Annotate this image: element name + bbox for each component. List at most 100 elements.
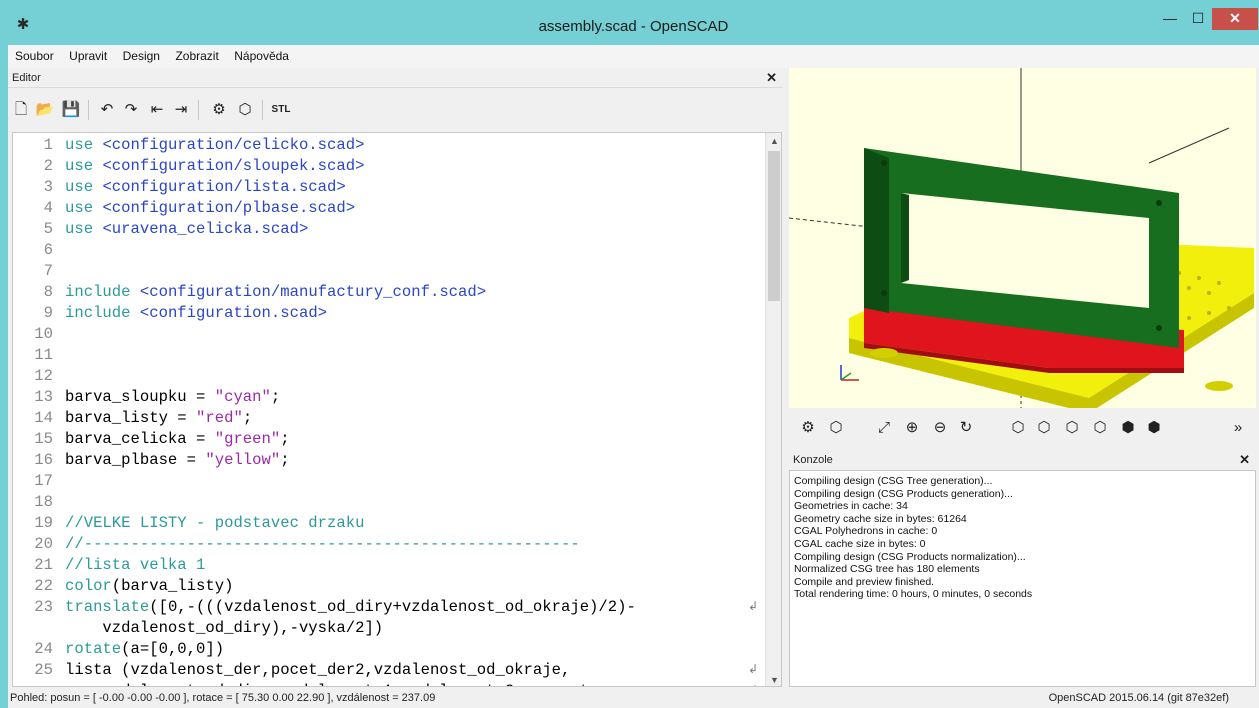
window-title: assembly.scad - OpenSCAD bbox=[538, 18, 729, 35]
code-line[interactable]: 16 barva_plbase = "yellow"; bbox=[13, 450, 763, 471]
view-bottom-icon[interactable]: ⬡ bbox=[1061, 417, 1083, 439]
console-line: Compile and preview finished. bbox=[794, 575, 935, 588]
code-text: //VELKE LISTY - podstavec drzaku bbox=[65, 514, 365, 532]
maximize-icon: ☐ bbox=[1191, 10, 1205, 26]
line-number: 12 bbox=[34, 367, 53, 385]
open-file-icon[interactable]: 📂 bbox=[34, 99, 56, 121]
code-line[interactable]: 24 rotate(a=[0,0,0]) bbox=[13, 639, 763, 660]
version-status: OpenSCAD 2015.06.14 (git 87e32ef) bbox=[1048, 692, 1229, 704]
line-number: 21 bbox=[34, 556, 53, 574]
view-left-icon[interactable]: ⬡ bbox=[1089, 417, 1111, 439]
menu-zobrazit[interactable]: Zobrazit bbox=[171, 45, 222, 63]
code-line[interactable]: 18 bbox=[13, 492, 763, 513]
code-line[interactable]: 22 color(barva_listy) bbox=[13, 576, 763, 597]
console-title: Konzole bbox=[793, 454, 833, 466]
zoom-out-icon[interactable]: ⊖ bbox=[929, 417, 951, 439]
unindent-icon[interactable]: ⇤ bbox=[146, 99, 168, 121]
code-line[interactable]: 13 barva_sloupku = "cyan"; bbox=[13, 387, 763, 408]
line-number: 25 bbox=[34, 661, 53, 679]
maximize-button[interactable]: ☐ bbox=[1184, 8, 1212, 30]
console-line: Compiling design (CSG Tree generation)..… bbox=[794, 475, 993, 487]
zoom-all-icon[interactable]: ⤢ bbox=[873, 417, 895, 439]
scroll-up-icon[interactable]: ▲ bbox=[766, 133, 781, 149]
minimize-button[interactable]: — bbox=[1156, 8, 1184, 30]
editor-toolbar: 🗋 📂 💾 ↶ ↷ ⇤ ⇥ ⚙ ⬡ STL bbox=[8, 90, 783, 130]
toolbar-separator bbox=[198, 100, 199, 120]
redo-icon[interactable]: ↷ bbox=[120, 99, 142, 121]
code-line[interactable]: 14 barva_listy = "red"; bbox=[13, 408, 763, 429]
code-line[interactable]: 21 //lista velka 1 bbox=[13, 555, 763, 576]
scrollbar-thumb[interactable] bbox=[768, 151, 780, 301]
render-icon[interactable]: ⬡ bbox=[234, 99, 256, 121]
menu-upravit[interactable]: Upravit bbox=[65, 45, 111, 63]
code-line[interactable]: 9 include <configuration.scad> bbox=[13, 303, 763, 324]
console-dock: Konzole ✕ Compiling design (CSG Tree gen… bbox=[789, 450, 1256, 688]
zoom-in-icon[interactable]: ⊕ bbox=[901, 417, 923, 439]
code-text: use <configuration/celicko.scad> bbox=[65, 136, 365, 154]
line-number: 22 bbox=[34, 577, 53, 595]
code-text: barva_plbase = "yellow"; bbox=[65, 451, 290, 469]
editor-dock-title: Editor bbox=[8, 68, 783, 88]
preview-icon[interactable]: ⚙ bbox=[797, 417, 819, 439]
code-line[interactable]: 5 use <uravena_celicka.scad> bbox=[13, 219, 763, 240]
code-line[interactable]: 12 bbox=[13, 366, 763, 387]
code-text: include <configuration/manufactury_conf.… bbox=[65, 283, 487, 301]
code-line[interactable]: 11 bbox=[13, 345, 763, 366]
undo-icon[interactable]: ↶ bbox=[96, 99, 118, 121]
code-line[interactable]: 15 barva_celicka = "green"; bbox=[13, 429, 763, 450]
render-icon[interactable]: ⬡ bbox=[825, 417, 847, 439]
console-output[interactable]: Compiling design (CSG Tree generation)..… bbox=[789, 470, 1256, 687]
code-text: barva_listy = "red"; bbox=[65, 409, 253, 427]
code-line[interactable]: 8 include <configuration/manufactury_conf… bbox=[13, 282, 763, 303]
menu-napoveda[interactable]: Nápověda bbox=[230, 45, 293, 63]
view-top-icon[interactable]: ⬡ bbox=[1033, 417, 1055, 439]
code-line[interactable]: 6 bbox=[13, 240, 763, 261]
code-line[interactable]: 20 //------------------------------------… bbox=[13, 534, 763, 555]
code-line[interactable]: 25 lista (vzdalenost_der,pocet_der2,vzdal… bbox=[13, 660, 763, 681]
view-back-icon[interactable]: ⬢ bbox=[1143, 417, 1165, 439]
editor-close-icon[interactable]: ✕ bbox=[766, 70, 777, 86]
indent-icon[interactable]: ⇥ bbox=[170, 99, 192, 121]
line-number: 8 bbox=[43, 283, 53, 301]
wrap-icon: ↲ bbox=[748, 600, 759, 614]
console-close-icon[interactable]: ✕ bbox=[1239, 452, 1250, 468]
save-icon[interactable]: 💾 bbox=[60, 99, 82, 121]
menu-bar: Soubor Upravit Design Zobrazit Nápověda bbox=[8, 45, 1259, 68]
code-line[interactable]: 3 use <configuration/lista.scad> bbox=[13, 177, 763, 198]
line-number: 13 bbox=[34, 388, 53, 406]
new-file-icon[interactable]: 🗋 bbox=[10, 99, 32, 121]
editor-scrollbar[interactable]: ▲ ▼ bbox=[765, 133, 781, 686]
view-right-icon[interactable]: ⬡ bbox=[1007, 417, 1029, 439]
code-editor[interactable]: ▲ ▼ 1 use <configuration/celicko.scad> 2 us… bbox=[12, 132, 782, 687]
preview-icon[interactable]: ⚙ bbox=[208, 99, 230, 121]
model-render bbox=[789, 68, 1254, 408]
code-line[interactable]: 2 use <configuration/sloupek.scad> bbox=[13, 156, 763, 177]
line-number: 5 bbox=[43, 220, 53, 238]
code-line[interactable]: 19 //VELKE LISTY - podstavec drzaku bbox=[13, 513, 763, 534]
code-line[interactable]: 1 use <configuration/celicko.scad> bbox=[13, 135, 763, 156]
code-line[interactable]: vzdalenost_od_diry),-vyska/2]) bbox=[13, 618, 763, 639]
export-stl-icon[interactable]: STL bbox=[270, 99, 292, 121]
axis-indicator-y bbox=[840, 372, 852, 381]
code-text: vzdalenost_od_diry),-vyska/2]) bbox=[65, 619, 384, 637]
close-button[interactable]: ✕ bbox=[1212, 8, 1258, 30]
code-line[interactable]: 23 translate([0,-(((vzdalenost_od_diry+vz… bbox=[13, 597, 763, 618]
reset-view-icon[interactable]: ↻ bbox=[955, 417, 977, 439]
code-line[interactable]: vzdalenost_od_diry,vzdalenost_1,vzdaleno… bbox=[13, 681, 763, 686]
menu-design[interactable]: Design bbox=[119, 45, 164, 63]
code-line[interactable]: 7 bbox=[13, 261, 763, 282]
line-number: 6 bbox=[43, 241, 53, 259]
line-number: 15 bbox=[34, 430, 53, 448]
more-icon[interactable]: » bbox=[1227, 417, 1249, 439]
code-line[interactable]: 17 bbox=[13, 471, 763, 492]
foot bbox=[1205, 381, 1233, 391]
view-front-icon[interactable]: ⬢ bbox=[1117, 417, 1139, 439]
scroll-down-icon[interactable]: ▼ bbox=[766, 672, 781, 686]
code-line[interactable]: 4 use <configuration/plbase.scad> bbox=[13, 198, 763, 219]
code-text: color(barva_listy) bbox=[65, 577, 234, 595]
line-number: 19 bbox=[34, 514, 53, 532]
line-number: 11 bbox=[34, 346, 53, 364]
3d-viewport[interactable] bbox=[789, 68, 1256, 408]
menu-soubor[interactable]: Soubor bbox=[11, 45, 58, 63]
code-line[interactable]: 10 bbox=[13, 324, 763, 345]
